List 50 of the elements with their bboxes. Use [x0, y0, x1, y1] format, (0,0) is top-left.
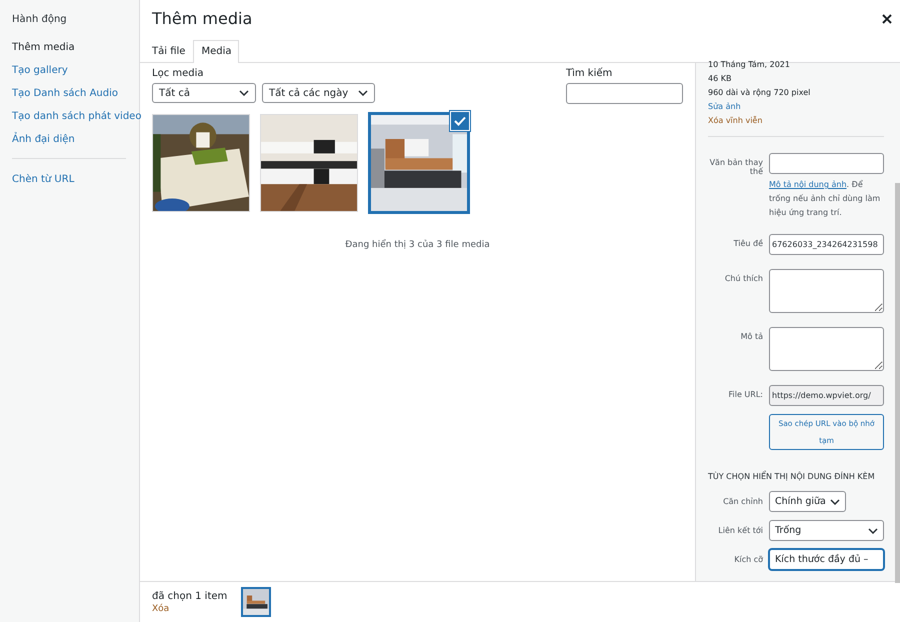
sidebar-item[interactable]: Tạo danh sách phát video [12, 106, 139, 129]
scrollbar[interactable] [895, 183, 900, 583]
field-label: File URL: [728, 389, 763, 401]
modal-title: Thêm media [152, 9, 252, 28]
tab[interactable]: Tải file [144, 40, 194, 63]
file-info: 960 dài và rộng 720 pixel [708, 87, 812, 99]
sidebar-item[interactable]: Ảnh đại diện [12, 129, 139, 152]
setting-label: Liên kết tới [717, 526, 763, 535]
setting-dropdown[interactable]: Kích thước đầy đủ – [769, 549, 884, 570]
selected-thumbnail[interactable] [241, 587, 272, 617]
filter-dropdown[interactable]: Tất cả các ngày [262, 83, 376, 103]
file-action-link[interactable]: Sửa ảnh [708, 100, 884, 114]
text-field[interactable]: 67626033_234264231598 [769, 234, 884, 255]
search-field[interactable] [566, 83, 683, 104]
file-info: 46 KB [708, 73, 732, 85]
section-heading: TÙY CHỌN HIỂN THỊ NỘI DUNG ĐÍNH KÈM [708, 472, 876, 481]
text-field[interactable] [769, 153, 884, 174]
tab[interactable]: Media [193, 40, 240, 63]
setting-label: Căn chỉnh [722, 497, 763, 506]
setting-dropdown[interactable]: Chính giữa [769, 491, 846, 512]
filter-label: Lọc media [152, 68, 205, 79]
selection-count: đã chọn 1 item [152, 590, 228, 602]
search-label: Tìm kiếm [566, 68, 614, 79]
field-label: Chú thích [724, 273, 763, 285]
text-field[interactable]: https://demo.wpviet.org/ [769, 385, 884, 406]
chevron-icon [358, 90, 368, 96]
setting-label: Kích cỡ [733, 555, 763, 564]
file-info: 10 Tháng Tám, 2021 [708, 59, 791, 71]
check-icon[interactable] [450, 111, 470, 131]
field-label: Mô tả [740, 331, 763, 343]
file-action-link[interactable]: Xóa vĩnh viễn [708, 114, 884, 128]
media-count: Đang hiển thị 3 của 3 file media [344, 240, 491, 250]
sidebar-item[interactable]: Tạo Danh sách Audio [12, 83, 139, 106]
sidebar-heading: Hành động [12, 14, 68, 25]
sidebar-item[interactable]: Thêm media [12, 37, 139, 60]
clear-link[interactable]: Xóa [152, 604, 228, 614]
text-area[interactable] [769, 269, 884, 313]
field-label: Văn bản thay thế [708, 157, 763, 178]
close-icon[interactable] [882, 14, 892, 24]
sidebar-item[interactable]: Tạo gallery [12, 60, 139, 83]
chevron-icon [239, 90, 249, 96]
text-area[interactable] [769, 327, 884, 371]
setting-dropdown[interactable]: Trống [769, 520, 884, 541]
help-link[interactable]: Mô tả nội dung ảnh [769, 180, 847, 189]
filter-dropdown[interactable]: Tất cả [152, 83, 256, 103]
sidebar-item[interactable]: Chèn từ URL [12, 169, 139, 192]
help-text: Mô tả nội dung ảnh. Để trống nếu ảnh chỉ dùng làm hiệu ứng trang trí. [769, 179, 882, 219]
chevron-icon [868, 528, 878, 534]
chevron-icon [830, 498, 840, 504]
field-label: Tiêu đề [732, 238, 763, 250]
